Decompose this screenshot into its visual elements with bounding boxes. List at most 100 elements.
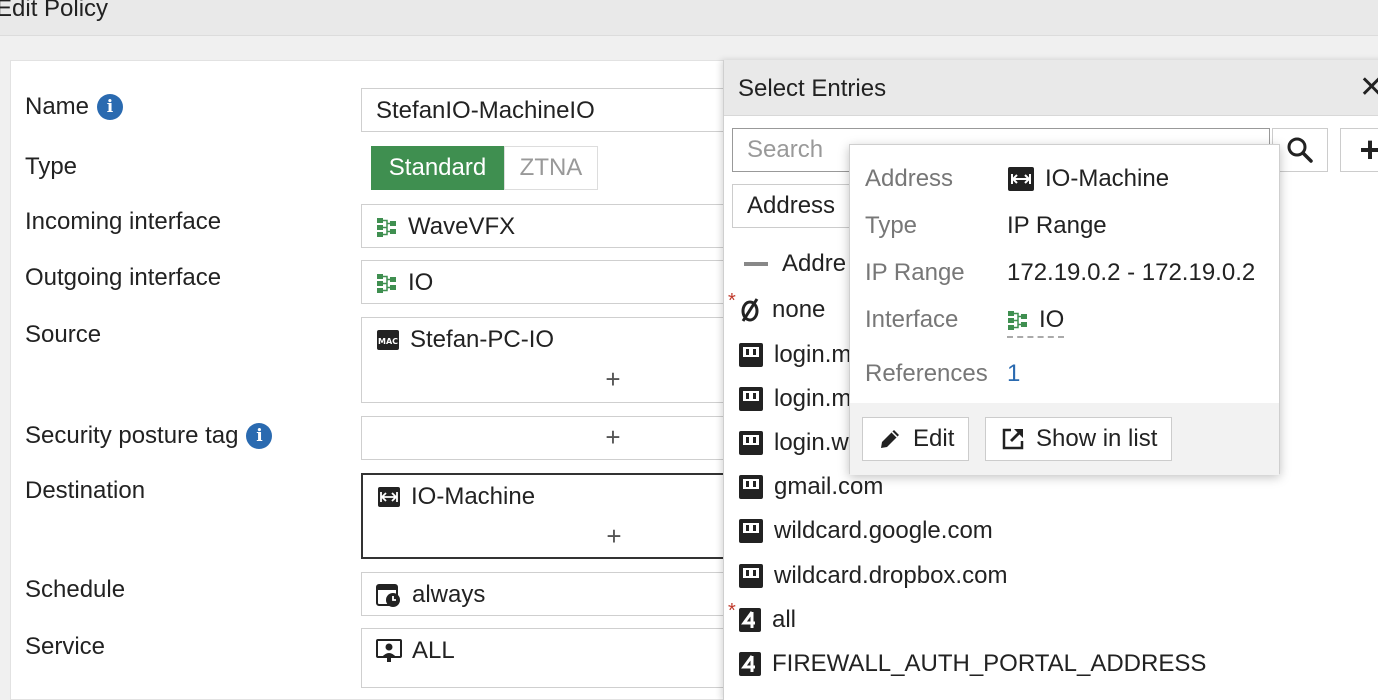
- tooltip-range-row: IP Range 172.19.0.2 - 172.19.0.2: [865, 259, 1255, 287]
- fqdn-address-icon: [739, 475, 763, 499]
- list-item-label: login.m: [774, 341, 852, 368]
- list-item[interactable]: gmail.com: [738, 473, 883, 501]
- service-label-text: Service: [25, 633, 106, 660]
- schedule-label: Schedule: [25, 576, 125, 604]
- add-entry-button[interactable]: +: [1340, 128, 1378, 172]
- edit-button-label: Edit: [913, 425, 955, 452]
- edit-button[interactable]: Edit: [862, 417, 970, 461]
- collapse-icon[interactable]: [744, 262, 768, 266]
- source-label-text: Source: [25, 321, 102, 348]
- source-add-icon[interactable]: +: [602, 366, 624, 392]
- fqdn-address-icon: [739, 387, 763, 411]
- source-label: Source: [25, 321, 101, 349]
- source-value: Stefan-PC-IO: [410, 326, 555, 353]
- service-value: ALL: [412, 637, 455, 664]
- list-item-label: none: [772, 296, 826, 323]
- list-item[interactable]: login.w: [738, 429, 849, 457]
- incoming-interface-field[interactable]: WaveVFX: [361, 204, 781, 248]
- ip-range-icon: [1008, 167, 1034, 191]
- type-standard-label: Standard: [388, 154, 487, 181]
- tooltip-address-value: IO-Machine: [1045, 165, 1170, 192]
- incoming-interface-value: WaveVFX: [408, 213, 516, 240]
- list-item[interactable]: login.m: [738, 385, 851, 413]
- tooltip-key: Interface: [865, 306, 959, 333]
- outgoing-interface-field[interactable]: IO: [361, 260, 781, 304]
- schedule-label-text: Schedule: [25, 576, 126, 603]
- schedule-field[interactable]: always: [361, 572, 781, 616]
- window-title: Edit Policy: [0, 0, 109, 22]
- list-item-label: login.m: [774, 385, 852, 412]
- references-link[interactable]: 1: [1007, 360, 1020, 388]
- ipv4-subnet-icon: [739, 608, 761, 632]
- destination-field[interactable]: IO-Machine +: [361, 473, 781, 559]
- incoming-label-text: Incoming interface: [25, 208, 222, 235]
- tooltip-key: Address: [865, 165, 954, 192]
- network-interface-icon: [377, 218, 396, 237]
- posture-add-icon[interactable]: +: [602, 424, 624, 450]
- svg-text:MAC: MAC: [378, 337, 398, 346]
- address-tooltip: Address IO-Machine Type IP Range IP Rang…: [849, 144, 1280, 475]
- list-item-label: wildcard.google.com: [774, 517, 993, 544]
- tooltip-references-row: References 1: [865, 360, 1020, 388]
- list-item-label: gmail.com: [774, 473, 884, 500]
- address-group-label: Addre: [782, 250, 847, 277]
- search-button[interactable]: [1272, 128, 1328, 172]
- external-link-icon: [1002, 428, 1024, 450]
- pencil-icon: [881, 430, 899, 448]
- posture-tag-label: Security posture tag i: [25, 422, 273, 450]
- fqdn-address-icon: [739, 431, 763, 455]
- search-icon: [1287, 137, 1313, 163]
- info-icon[interactable]: i: [246, 423, 273, 449]
- tooltip-value: IO-Machine: [1007, 165, 1169, 193]
- tooltip-address-row: Address IO-Machine: [865, 165, 1169, 193]
- type-label-text: Type: [25, 153, 78, 180]
- tooltip-key: References: [865, 360, 988, 387]
- outgoing-label-text: Outgoing interface: [25, 264, 222, 291]
- outgoing-interface-label: Outgoing interface: [25, 264, 221, 292]
- outgoing-interface-value: IO: [408, 269, 434, 296]
- tooltip-interface-value[interactable]: IO: [1007, 306, 1065, 338]
- tooltip-key: IP Range: [865, 259, 965, 286]
- source-field[interactable]: MAC Stefan-PC-IO +: [361, 317, 781, 403]
- name-input[interactable]: StefanIO-MachineIO: [361, 88, 781, 132]
- tooltip-type-row: Type IP Range: [865, 212, 1107, 240]
- name-value: StefanIO-MachineIO: [376, 97, 595, 124]
- type-ztna-button[interactable]: ZTNA: [504, 146, 598, 190]
- fqdn-address-icon: [739, 564, 763, 588]
- name-label-text: Name: [25, 93, 90, 120]
- service-icon: [376, 639, 402, 662]
- ip-range-icon: [378, 487, 400, 507]
- show-in-list-button[interactable]: Show in list: [985, 417, 1173, 461]
- incoming-interface-label: Incoming interface: [25, 208, 221, 236]
- tooltip-key: Type: [865, 212, 918, 239]
- destination-add-icon[interactable]: +: [603, 523, 625, 549]
- none-address-icon: [741, 298, 759, 322]
- tooltip-range-value: 172.19.0.2 - 172.19.0.2: [1007, 259, 1256, 286]
- tooltip-interface-row: Interface IO: [865, 306, 1065, 338]
- list-item[interactable]: wildcard.google.com: [738, 517, 993, 545]
- schedule-clock-icon: [376, 584, 400, 607]
- address-group-header[interactable]: Addre: [744, 250, 846, 278]
- window-titlebar: Edit Policy: [0, 0, 1378, 36]
- list-item[interactable]: login.m: [738, 341, 851, 369]
- tooltip-type-value: IP Range: [1007, 212, 1107, 239]
- list-item-none[interactable]: * none: [728, 290, 826, 324]
- info-icon[interactable]: i: [97, 94, 124, 120]
- destination-label: Destination: [25, 477, 145, 505]
- fqdn-address-icon: [739, 343, 763, 367]
- service-field[interactable]: ALL: [361, 628, 781, 688]
- list-item-all[interactable]: * all: [728, 600, 796, 634]
- tooltip-footer: Edit Show in list: [850, 403, 1279, 475]
- close-icon[interactable]: ✕: [1359, 70, 1378, 105]
- type-ztna-label: ZTNA: [519, 154, 583, 181]
- fqdn-address-icon: [739, 519, 763, 543]
- posture-tag-field[interactable]: +: [361, 416, 781, 460]
- select-entries-header: Select Entries ✕: [724, 60, 1378, 116]
- destination-value: IO-Machine: [411, 483, 536, 510]
- type-standard-button[interactable]: Standard: [371, 146, 504, 190]
- list-item-label: wildcard.dropbox.com: [774, 562, 1008, 589]
- network-interface-icon: [377, 274, 396, 293]
- list-item[interactable]: wildcard.dropbox.com: [738, 562, 1007, 590]
- network-interface-icon: [1008, 311, 1027, 330]
- type-label: Type: [25, 153, 77, 181]
